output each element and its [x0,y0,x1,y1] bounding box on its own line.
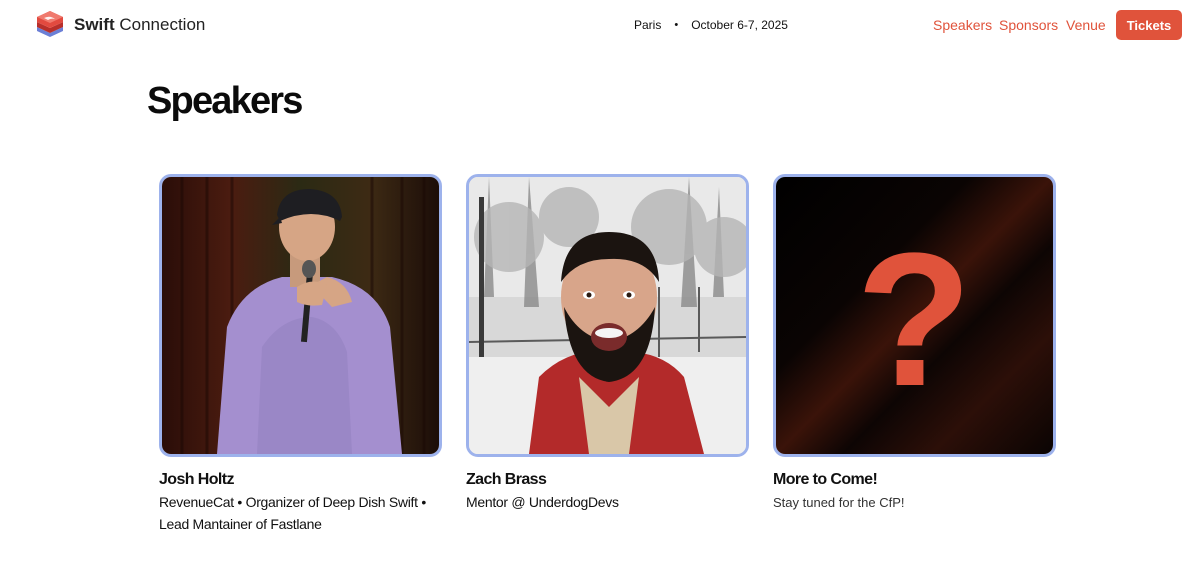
speaker-card-placeholder: ? More to Come! Stay tuned for the CfP! [773,174,1056,510]
speaker-role: Mentor @ UnderdogDevs [466,494,619,510]
meta-separator: • [674,19,679,31]
nav-sponsors-link[interactable]: Sponsors [999,17,1058,33]
speaker-note: Stay tuned for the CfP! [773,495,905,510]
brand-name[interactable]: Swift Connection [74,15,205,35]
speaker-photo-zach [466,174,749,457]
page-title: Speakers [147,80,303,122]
speaker-card: Zach Brass Mentor @ UnderdogDevs [466,174,749,513]
speaker-card: Josh Holtz RevenueCat • Organizer of Dee… [159,174,442,535]
event-location: Paris [634,18,662,32]
site-header: Swift Connection Paris • October 6-7, 20… [0,0,1200,50]
speaker-name: Zach Brass [466,471,547,488]
speaker-photo-josh [159,174,442,457]
event-dates: October 6-7, 2025 [691,18,788,32]
nav-venue-link[interactable]: Venue [1066,17,1106,33]
speaker-name: More to Come! [773,471,878,488]
speaker-role: RevenueCat • Organizer of Deep Dish Swif… [159,494,426,532]
event-meta: Paris • October 6-7, 2025 [634,18,788,32]
question-mark-icon: ? [773,174,1056,457]
nav-speakers-link[interactable]: Speakers [933,17,992,33]
tickets-button[interactable]: Tickets [1116,10,1182,40]
question-mark-glyph: ? [856,214,972,426]
swift-connection-logo-icon[interactable] [34,9,66,41]
speaker-name: Josh Holtz [159,471,235,488]
